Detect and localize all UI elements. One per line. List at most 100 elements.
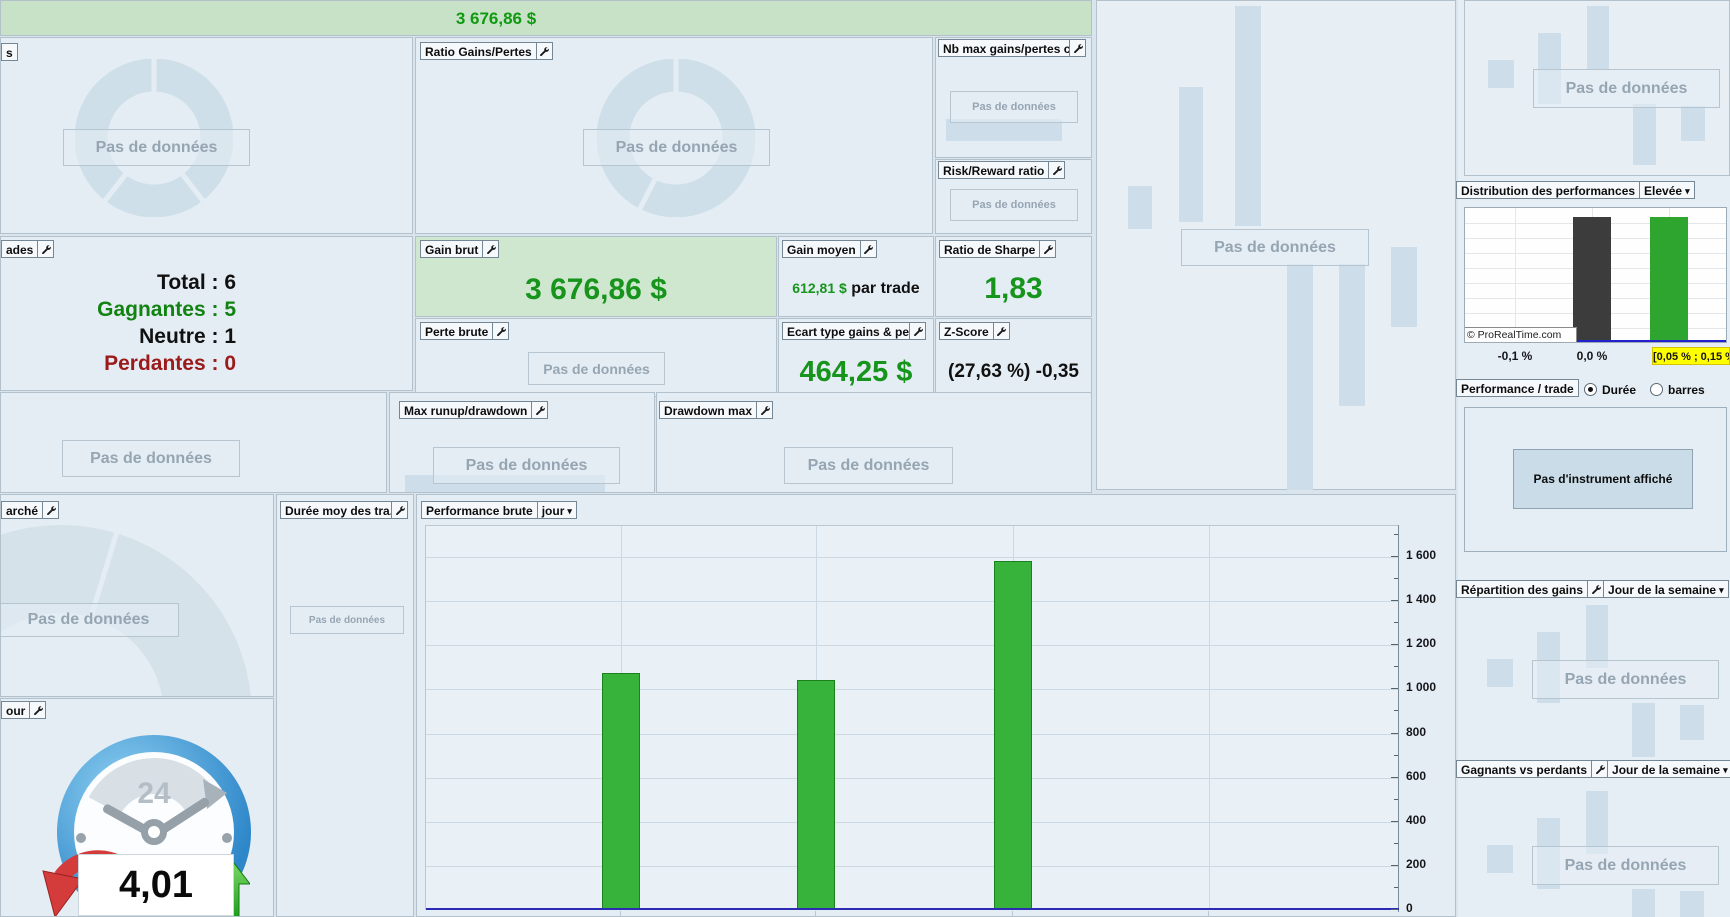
gauge-chart-placeholder: [1, 524, 251, 696]
clock-value-box: 4,01: [78, 854, 234, 916]
panel-right-top: Pas de données: [1464, 0, 1730, 176]
panel-risk-reward: Risk/Reward ratio Pas de données: [935, 159, 1092, 234]
wrench-icon[interactable]: [531, 401, 549, 419]
wrench-icon[interactable]: [1069, 39, 1086, 57]
panel-title: Ratio de Sharpe: [939, 240, 1041, 258]
panel-gain-brut: Gain brut 3 676,86 $: [415, 236, 777, 317]
gain-moyen-suffix: par trade: [851, 280, 920, 297]
wrench-icon[interactable]: [756, 401, 774, 419]
radio-barres-label[interactable]: barres: [1668, 383, 1705, 397]
y-axis-tick-label: 400: [1406, 813, 1427, 827]
panel-nb-max-gains-pertes: Nb max gains/pertes c... Pas de données: [935, 37, 1092, 158]
stat-gagnantes: Gagnantes : 5: [97, 298, 236, 321]
wrench-icon[interactable]: [1048, 161, 1066, 179]
radio-duree-label[interactable]: Durée: [1602, 383, 1636, 397]
wrench-icon[interactable]: [1591, 760, 1609, 778]
z-score-value: (27,63 %) -0,35: [948, 361, 1079, 382]
performance-bar: [994, 561, 1032, 909]
dist-x-label-0: -0,1 %: [1497, 349, 1533, 363]
panel-title: Drawdown max: [659, 401, 758, 419]
panel-marche: arché Pas de données: [0, 494, 274, 697]
wrench-icon[interactable]: [859, 240, 877, 258]
no-data-box: Pas de données: [62, 440, 240, 477]
panel-title-fragment: s: [1, 43, 18, 61]
clock-badge: 24: [137, 777, 171, 810]
wrench-icon[interactable]: [29, 701, 47, 719]
panel-title: Répartition des gains: [1456, 580, 1589, 598]
total-gain-value: 3 676,86 $: [455, 9, 537, 28]
panel-title: Risk/Reward ratio: [938, 161, 1050, 179]
no-data-box: Pas de données: [1, 603, 179, 637]
dashboard: 3 676,86 $ s Pas de données Ratio Gains/…: [0, 0, 1730, 917]
panel-title: Perte brute: [420, 322, 494, 340]
performance-plot: [425, 525, 1399, 910]
wrench-icon[interactable]: [42, 501, 60, 519]
wrench-icon[interactable]: [1039, 240, 1057, 258]
wrench-icon[interactable]: [992, 322, 1010, 340]
panel-title: Nb max gains/pertes c...: [938, 39, 1070, 57]
panel-row1-left: s Pas de données: [0, 37, 413, 234]
gagnants-header: Gagnants vs perdants Jour de la semaine: [1456, 760, 1730, 778]
panel-title: Gain moyen: [782, 240, 861, 258]
performance-bar: [797, 680, 835, 909]
panel-title: Ecart type gains & per...: [782, 322, 910, 340]
sharpe-value: 1,83: [984, 272, 1043, 305]
distribution-plot: © ProRealTime.com: [1464, 207, 1727, 343]
distribution-selector-dropdown[interactable]: Elevée: [1639, 181, 1695, 199]
panel-distribution: Distribution des performances Elevée © P…: [1456, 180, 1730, 377]
gagnants-selector-dropdown[interactable]: Jour de la semaine: [1607, 760, 1730, 778]
y-axis-tick-label: 800: [1406, 725, 1427, 739]
y-axis-tick-label: 1 200: [1406, 636, 1437, 650]
no-data-box: Pas de données: [1181, 229, 1369, 266]
panel-title: Performance brute: [421, 501, 538, 519]
panel-duree-jour: our 24 4,01: [0, 698, 274, 917]
no-data-box: Pas de données: [784, 447, 953, 484]
panel-instrument: Pas d'instrument affiché: [1464, 407, 1727, 552]
y-axis-tick-label: 200: [1406, 857, 1427, 871]
no-data-box: Pas de données: [1532, 660, 1719, 699]
panel-z-score: Z-Score (27,63 %) -0,35: [935, 318, 1092, 397]
dist-x-label-1: 0,0 %: [1576, 349, 1608, 363]
stat-perdantes: Perdantes : 0: [104, 352, 236, 375]
panel-title-fragment: arché: [1, 501, 44, 519]
distribution-bar: [1573, 217, 1611, 340]
panel-title-fragment: ades: [1, 240, 39, 258]
period-dropdown[interactable]: jour: [536, 501, 577, 519]
no-instrument-button[interactable]: Pas d'instrument affiché: [1513, 449, 1693, 509]
wrench-icon[interactable]: [492, 322, 510, 340]
wrench-icon[interactable]: [1587, 580, 1605, 598]
no-data-box: Pas de données: [290, 606, 404, 634]
stat-total: Total : 6: [157, 271, 236, 294]
no-data-box: Pas de données: [1533, 69, 1720, 108]
radio-barres[interactable]: [1650, 383, 1664, 396]
wrench-icon[interactable]: [37, 240, 55, 258]
panel-ratio-gains-pertes: Ratio Gains/Pertes Pas de données: [415, 37, 933, 234]
zero-line: [426, 908, 1399, 910]
panel-trades-stats: ades Total : 6 Gagnantes : 5 Neutre : 1 …: [0, 236, 413, 391]
radio-duree[interactable]: [1584, 383, 1597, 396]
wrench-icon[interactable]: [391, 501, 408, 519]
gain-moyen-value: 612,81 $: [792, 280, 847, 296]
copyright-label: © ProRealTime.com: [1465, 327, 1577, 342]
clock-value: 4,01: [119, 863, 193, 906]
no-data-box: Pas de données: [950, 91, 1078, 123]
panel-duree-moy: Durée moy des tra... Pas de données: [276, 494, 414, 917]
wrench-icon[interactable]: [909, 322, 926, 340]
panel-title: Durée moy des tra...: [280, 501, 392, 519]
no-data-box: Pas de données: [63, 129, 250, 166]
panel-title: Distribution des performances: [1456, 181, 1641, 199]
panel-gain-moyen: Gain moyen 612,81 $ par trade: [778, 236, 934, 317]
panel-perte-brute: Perte brute Pas de données: [415, 318, 777, 397]
panel-title: Gagnants vs perdants: [1456, 760, 1593, 778]
no-data-box: Pas de données: [583, 129, 770, 166]
panel-ratio-sharpe: Ratio de Sharpe 1,83: [935, 236, 1092, 317]
repartition-selector-dropdown[interactable]: Jour de la semaine: [1603, 580, 1729, 598]
no-data-box: Pas de données: [950, 189, 1078, 221]
panel-drawdown-max: Drawdown max Pas de données: [656, 392, 1092, 493]
repartition-header: Répartition des gains Jour de la semaine: [1456, 580, 1729, 598]
dist-x-label-highlighted: [0,05 % ; 0,15 %: [1652, 347, 1730, 365]
panel-max-runup-drawdown: Max runup/drawdown Pas de données: [389, 392, 655, 493]
wrench-icon[interactable]: [535, 42, 553, 60]
wrench-icon[interactable]: [482, 240, 500, 258]
panel-mid-placeholder: Pas de données: [1096, 0, 1456, 490]
